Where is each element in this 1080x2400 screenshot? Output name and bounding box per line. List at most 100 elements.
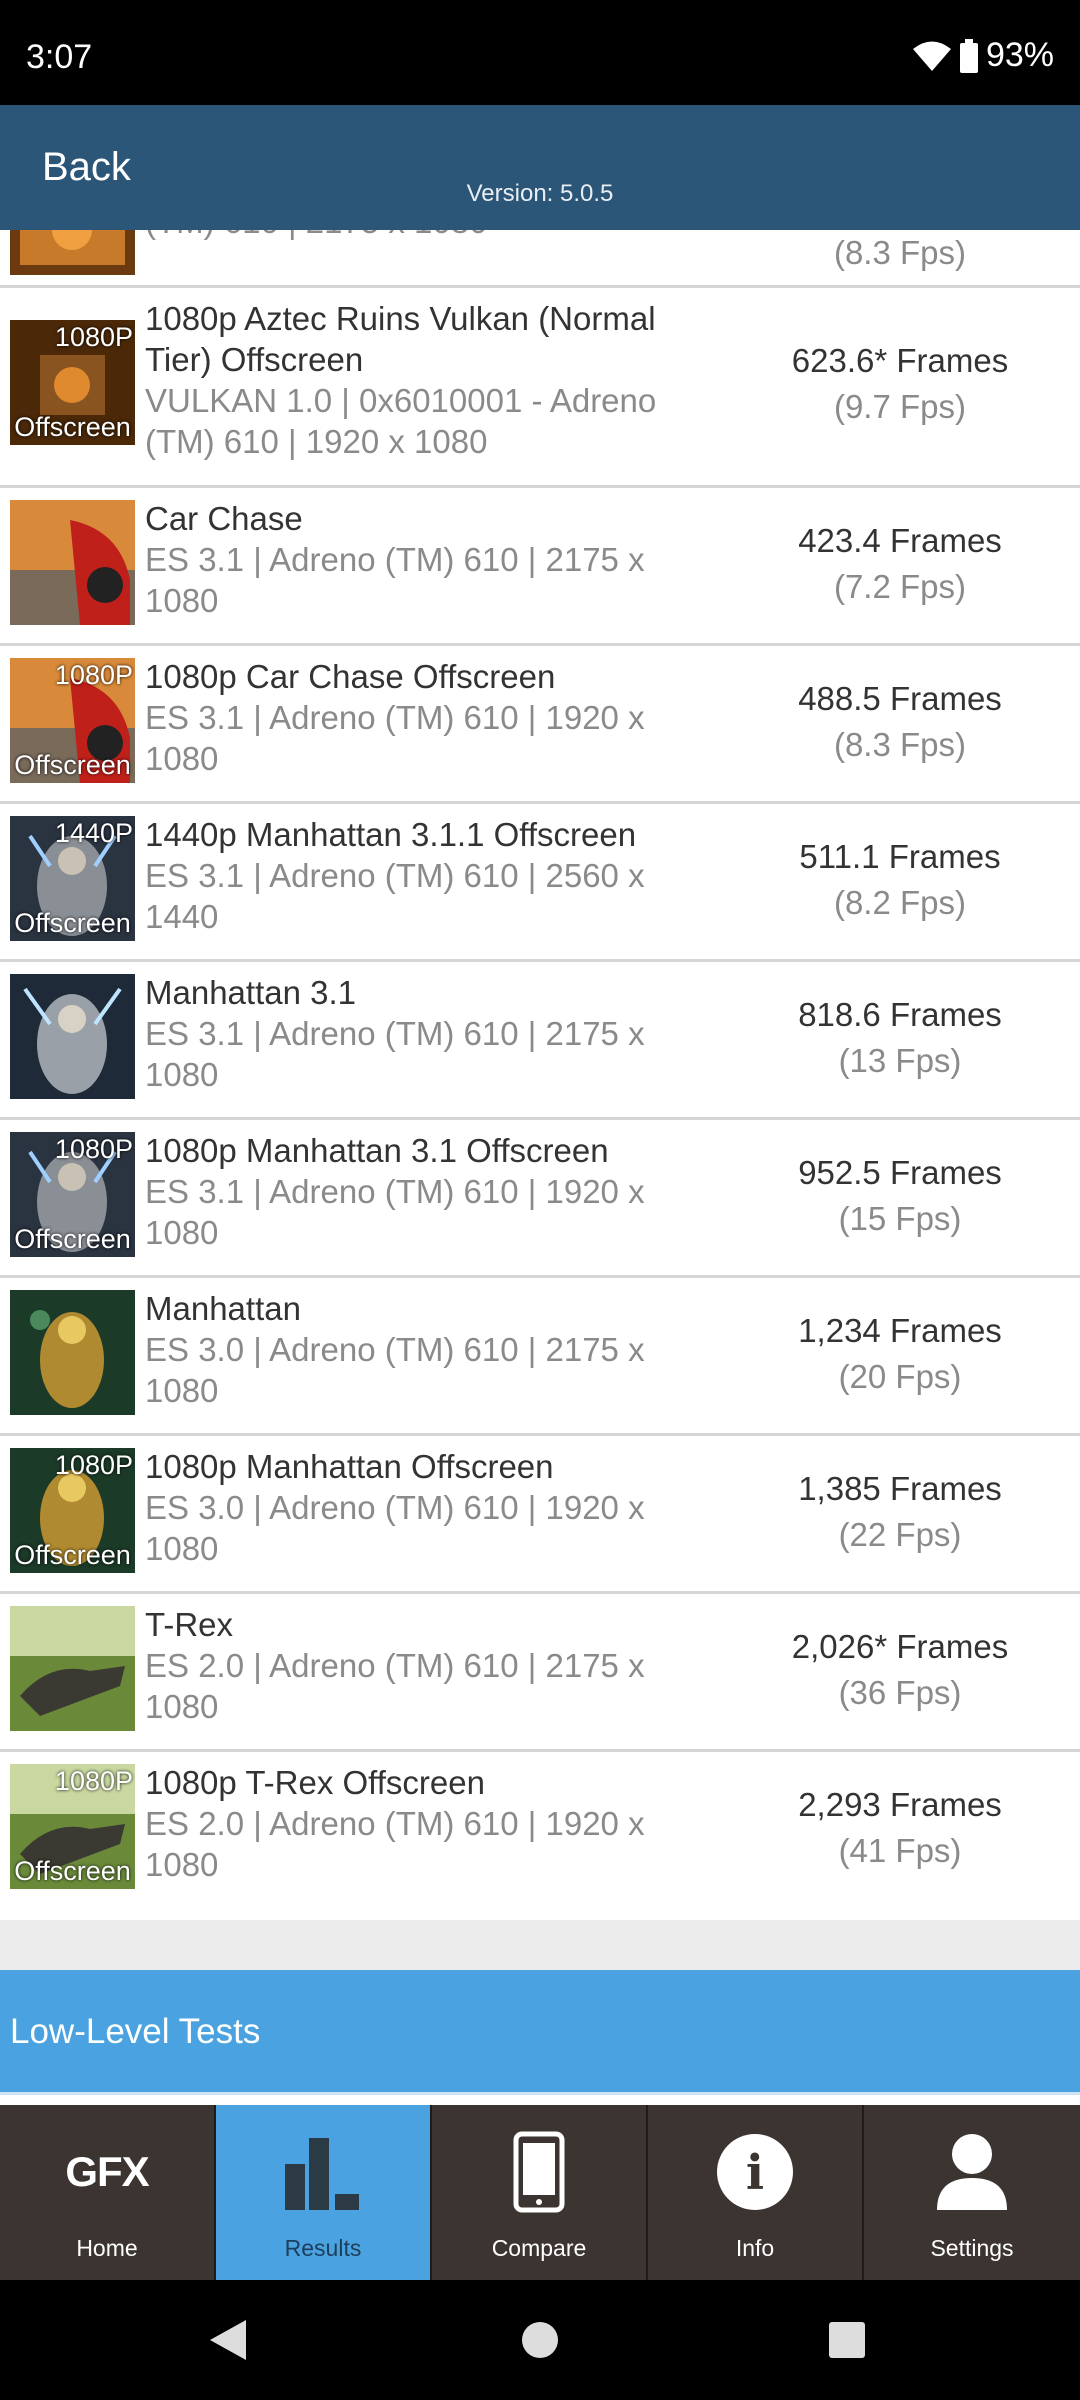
test-fps: (8.3 Fps) (833, 234, 967, 271)
test-title: 1080p Car Chase Offscreen (145, 658, 556, 695)
list-item[interactable]: 1080P Offscreen 1080p Manhattan 3.1 Offs… (0, 1120, 1080, 1278)
test-thumbnail (10, 974, 135, 1099)
version-label: Version: 5.0.5 (466, 180, 614, 207)
list-item[interactable]: T-Rex ES 2.0 | Adreno (TM) 610 | 2175 x … (0, 1594, 1080, 1752)
list-item[interactable]: 1080P Offscreen 1080p Aztec Ruins Vulkan… (0, 288, 1080, 488)
test-fps: (22 Fps) (838, 1516, 962, 1553)
test-thumbnail: 1440P Offscreen (10, 816, 135, 941)
test-details: VULKAN 1.0 | 0x6010001 - Adreno (TM) 610… (145, 382, 657, 460)
test-details: ES 3.0 | Adreno (TM) 610 | 2175 x 1080 (145, 1331, 645, 1409)
test-frames: 2,293 Frames (798, 1786, 1002, 1823)
test-title: 1080p T-Rex Offscreen (145, 1764, 485, 1801)
list-item[interactable]: 1080P Offscreen 1080p Manhattan Offscree… (0, 1436, 1080, 1594)
results-list[interactable]: VULKAN 1.0 | 0x6010001 - Adreno (TM) 610… (0, 230, 1080, 1920)
battery-percent: 93% (985, 36, 1054, 74)
test-frames: 2,026* Frames (791, 1628, 1009, 1665)
nav-info[interactable]: i Info (648, 2105, 864, 2280)
system-home-button[interactable] (480, 2280, 600, 2400)
test-details: ES 3.1 | Adreno (TM) 610 | 2175 x 1080 (145, 541, 645, 619)
test-details: ES 3.1 | Adreno (TM) 610 | 1920 x 1080 (145, 699, 645, 777)
resolution-badge: 1440P (54, 818, 133, 848)
test-title: 1080p Manhattan Offscreen (145, 1448, 554, 1485)
test-thumbnail: 1080P Offscreen (10, 1764, 135, 1889)
test-thumbnail (10, 1290, 135, 1415)
system-back-button[interactable] (167, 2280, 287, 2400)
test-title: T-Rex (145, 1606, 234, 1643)
offscreen-badge: Offscreen (14, 1856, 131, 1886)
list-item[interactable]: Manhattan 3.1 ES 3.1 | Adreno (TM) 610 |… (0, 962, 1080, 1120)
list-item[interactable]: 1080P Offscreen 1080p Car Chase Offscree… (0, 646, 1080, 804)
test-title: Manhattan (145, 1290, 301, 1327)
test-frames: 1,385 Frames (798, 1470, 1002, 1507)
status-bar: 3:07 93% (0, 0, 1080, 105)
list-item[interactable]: 1080P Offscreen 1080p T-Rex Offscreen ES… (0, 1752, 1080, 1910)
test-frames: 488.5 Frames (798, 680, 1002, 717)
nav-info-label: Info (735, 2235, 775, 2261)
low-level-tests-header[interactable]: Low-Level Tests (0, 1970, 1080, 2092)
nav-settings[interactable]: Settings (864, 2105, 1080, 2280)
nav-settings-label: Settings (930, 2235, 1014, 2261)
test-frames: 952.5 Frames (798, 1154, 1002, 1191)
test-fps: (13 Fps) (838, 1042, 962, 1079)
test-details: ES 3.1 | Adreno (TM) 610 | 1920 x 1080 (145, 1173, 645, 1251)
resolution-badge: 1080P (54, 1450, 133, 1480)
nav-compare-label: Compare (491, 2235, 587, 2261)
battery-icon (959, 38, 978, 73)
test-fps: (9.7 Fps) (833, 388, 967, 425)
test-thumbnail: 1080P Offscreen (10, 1448, 135, 1573)
nav-home-label: Home (76, 2235, 138, 2261)
test-details: ES 3.1 | Adreno (TM) 610 | 2560 x 1440 (145, 857, 645, 935)
test-title: 1080p Aztec Ruins Vulkan (Normal Tier) O… (145, 300, 656, 378)
wifi-icon (912, 41, 951, 71)
offscreen-badge: Offscreen (14, 412, 131, 442)
offscreen-badge: Offscreen (14, 908, 131, 938)
square-recents-icon (829, 2322, 865, 2358)
section-spacer (0, 1920, 1080, 1970)
status-time: 3:07 (26, 38, 93, 76)
nav-compare[interactable]: Compare (432, 2105, 648, 2280)
divider (0, 2092, 1080, 2095)
list-item[interactable]: Manhattan ES 3.0 | Adreno (TM) 610 | 217… (0, 1278, 1080, 1436)
test-fps: (8.2 Fps) (833, 884, 967, 921)
test-details: ES 2.0 | Adreno (TM) 610 | 1920 x 1080 (145, 1805, 645, 1883)
test-thumbnail (10, 500, 135, 625)
test-thumbnail: 1080P Offscreen (10, 658, 135, 783)
list-item[interactable]: Car Chase ES 3.1 | Adreno (TM) 610 | 217… (0, 488, 1080, 646)
person-icon (864, 2127, 1080, 2217)
test-thumbnail (10, 230, 135, 275)
resolution-badge: 1080P (54, 1766, 133, 1796)
test-thumbnail: 1080P Offscreen (10, 1132, 135, 1257)
test-fps: (41 Fps) (838, 1832, 962, 1869)
test-title: 1080p Manhattan 3.1 Offscreen (145, 1132, 609, 1169)
resolution-badge: 1080P (54, 322, 133, 352)
info-glyph: i (746, 2145, 764, 2201)
offscreen-badge: Offscreen (14, 750, 131, 780)
nav-results-label: Results (284, 2235, 362, 2261)
test-fps: (36 Fps) (838, 1674, 962, 1711)
system-nav-bar (0, 2280, 1080, 2400)
test-title: Car Chase (145, 500, 303, 537)
test-fps: (7.2 Fps) (833, 568, 967, 605)
resolution-badge: 1080P (54, 1134, 133, 1164)
test-frames: 423.4 Frames (798, 522, 1002, 559)
test-title: 1440p Manhattan 3.1.1 Offscreen (145, 816, 637, 853)
list-item[interactable]: 1440P Offscreen 1440p Manhattan 3.1.1 Of… (0, 804, 1080, 962)
test-fps: (15 Fps) (838, 1200, 962, 1237)
info-icon: i (648, 2127, 862, 2217)
test-frames: 623.6* Frames (791, 342, 1009, 379)
system-recents-button[interactable] (787, 2280, 907, 2400)
test-fps: (20 Fps) (838, 1358, 962, 1395)
section-title: Low-Level Tests (10, 2012, 261, 2051)
status-icons: 93% (912, 36, 1054, 75)
test-thumbnail: 1080P Offscreen (10, 320, 135, 445)
gfx-logo-icon: GFX (0, 2127, 214, 2217)
resolution-badge: 1080P (54, 660, 133, 690)
nav-home[interactable]: GFX Home (0, 2105, 216, 2280)
triangle-back-icon (210, 2320, 246, 2360)
app-bar: Back Version: 5.0.5 (0, 105, 1080, 230)
test-details: VULKAN 1.0 | 0x6010001 - Adreno (TM) 610… (145, 230, 725, 242)
list-item[interactable]: VULKAN 1.0 | 0x6010001 - Adreno (TM) 610… (0, 230, 1080, 288)
test-details: ES 3.1 | Adreno (TM) 610 | 2175 x 1080 (145, 1015, 645, 1093)
nav-results[interactable]: Results (216, 2105, 432, 2280)
offscreen-badge: Offscreen (14, 1540, 131, 1570)
